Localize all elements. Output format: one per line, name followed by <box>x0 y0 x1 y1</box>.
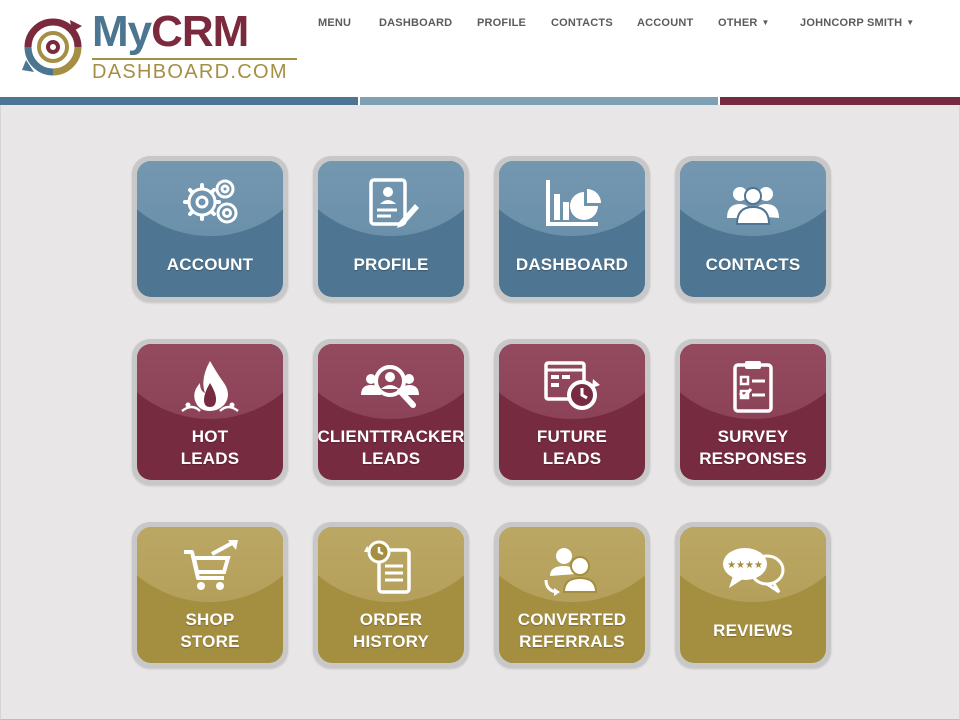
nav-item-account[interactable]: ACCOUNT <box>637 17 693 29</box>
tile-hot-leads[interactable]: HOT LEADS <box>132 339 288 485</box>
caret-down-icon: ▼ <box>906 18 915 27</box>
tile-profile[interactable]: PROFILE <box>313 156 469 302</box>
tile-label: ACCOUNT <box>137 240 283 289</box>
tile-face: ORDER HISTORY <box>318 527 464 663</box>
tile-grid: ACCOUNT PROFILE DASHBOARD CONTACTS HOT LE… <box>0 105 960 720</box>
clipboard-checklist-icon <box>680 356 826 414</box>
review-speech-icon: ★★★★ <box>680 539 826 597</box>
nav-item-label: DASHBOARD <box>379 17 453 29</box>
nav-item-label: CONTACTS <box>551 17 613 29</box>
tile-face: SURVEY RESPONSES <box>680 344 826 480</box>
people-group-icon <box>680 173 826 231</box>
tile-label-line2: REFERRALS <box>519 631 625 651</box>
target-logo-icon <box>22 18 82 76</box>
tile-label-line1: DASHBOARD <box>515 254 629 274</box>
tile-label: HOT LEADS <box>137 423 283 472</box>
tile-future-leads[interactable]: FUTURE LEADS <box>494 339 650 485</box>
tile-label-line2: RESPONSES <box>699 448 807 468</box>
tile-label: FUTURE LEADS <box>499 423 645 472</box>
tile-label: DASHBOARD <box>499 240 645 289</box>
tile-label-line1: CONVERTED <box>517 609 627 629</box>
document-history-icon <box>318 539 464 597</box>
tile-clienttracker-leads[interactable]: CLIENTTRACKER LEADS <box>313 339 469 485</box>
tile-label-line1: SURVEY <box>717 426 789 446</box>
nav-item-other[interactable]: OTHER ▼ <box>718 17 770 29</box>
caret-down-icon: ▼ <box>761 18 770 27</box>
tile-face: PROFILE <box>318 161 464 297</box>
tile-label-line2: LEADS <box>361 448 421 468</box>
nav-item-profile[interactable]: PROFILE <box>477 17 526 29</box>
tile-label: SURVEY RESPONSES <box>680 423 826 472</box>
tile-account[interactable]: ACCOUNT <box>132 156 288 302</box>
nav-item-label: OTHER <box>718 17 758 29</box>
stripe-light-blue <box>360 97 718 105</box>
tile-label: ORDER HISTORY <box>318 606 464 655</box>
tile-survey-responses[interactable]: SURVEY RESPONSES <box>675 339 831 485</box>
tile-label-line2: HISTORY <box>352 631 430 651</box>
gears-icon <box>137 173 283 231</box>
tile-face: HOT LEADS <box>137 344 283 480</box>
tile-label-line1: ACCOUNT <box>166 254 254 274</box>
header-color-stripes <box>0 97 960 105</box>
nav-item-label: PROFILE <box>477 17 527 29</box>
brand-name: MyCRM <box>92 7 249 56</box>
flame-icon <box>137 356 283 414</box>
tile-label-line1: SHOP <box>185 609 235 629</box>
tile-face: CLIENTTRACKER LEADS <box>318 344 464 480</box>
nav-item-menu[interactable]: MENU <box>318 17 351 29</box>
tile-reviews[interactable]: ★★★★ REVIEWS <box>675 522 831 668</box>
tile-shop-store[interactable]: SHOP STORE <box>132 522 288 668</box>
people-exchange-icon <box>499 539 645 597</box>
tile-contacts[interactable]: CONTACTS <box>675 156 831 302</box>
nav-item-johncorp-smith[interactable]: JOHNCORP SMITH ▼ <box>800 17 914 29</box>
tile-face: ★★★★ REVIEWS <box>680 527 826 663</box>
nav-item-label: ACCOUNT <box>637 17 694 29</box>
tile-order-history[interactable]: ORDER HISTORY <box>313 522 469 668</box>
stripe-blue <box>0 97 358 105</box>
bar-pie-chart-icon <box>499 173 645 231</box>
tile-label-line1: FUTURE <box>536 426 608 446</box>
tile-face: SHOP STORE <box>137 527 283 663</box>
tile-label: CLIENTTRACKER LEADS <box>318 423 464 472</box>
svg-text:★★★★: ★★★★ <box>727 560 763 571</box>
nav-item-label: MENU <box>318 17 352 29</box>
shopping-cart-icon <box>137 539 283 597</box>
tile-label: REVIEWS <box>680 606 826 655</box>
tile-label-line2: LEADS <box>180 448 240 468</box>
tile-face: FUTURE LEADS <box>499 344 645 480</box>
magnify-person-icon <box>318 356 464 414</box>
tile-converted-referrals[interactable]: CONVERTED REFERRALS <box>494 522 650 668</box>
tile-label-line1: HOT <box>191 426 229 446</box>
tile-label: CONTACTS <box>680 240 826 289</box>
tile-label-line1: CONTACTS <box>705 254 801 274</box>
tile-face: ACCOUNT <box>137 161 283 297</box>
tile-label: CONVERTED REFERRALS <box>499 606 645 655</box>
tile-label: PROFILE <box>318 240 464 289</box>
nav-item-label: JOHNCORP SMITH <box>800 17 903 29</box>
tile-label-line2: STORE <box>180 631 240 651</box>
nav-item-contacts[interactable]: CONTACTS <box>551 17 613 29</box>
calendar-clock-icon <box>499 356 645 414</box>
tile-face: CONVERTED REFERRALS <box>499 527 645 663</box>
tile-label-line1: ORDER <box>359 609 423 629</box>
header: MyCRM DASHBOARD.COM MENU DASHBOARD PROFILE… <box>0 0 960 97</box>
brand-tagline: DASHBOARD.COM <box>92 58 297 82</box>
nav-item-dashboard[interactable]: DASHBOARD <box>379 17 452 29</box>
brand-logo[interactable]: MyCRM DASHBOARD.COM <box>20 7 300 90</box>
tile-face: CONTACTS <box>680 161 826 297</box>
tile-label-line1: CLIENTTRACKER <box>318 426 464 446</box>
profile-edit-icon <box>318 173 464 231</box>
tile-label-line2: LEADS <box>542 448 602 468</box>
tile-face: DASHBOARD <box>499 161 645 297</box>
tile-label: SHOP STORE <box>137 606 283 655</box>
stripe-maroon <box>720 97 960 105</box>
tile-label-line1: REVIEWS <box>713 620 793 640</box>
tile-label-line1: PROFILE <box>353 254 429 274</box>
tile-dashboard[interactable]: DASHBOARD <box>494 156 650 302</box>
